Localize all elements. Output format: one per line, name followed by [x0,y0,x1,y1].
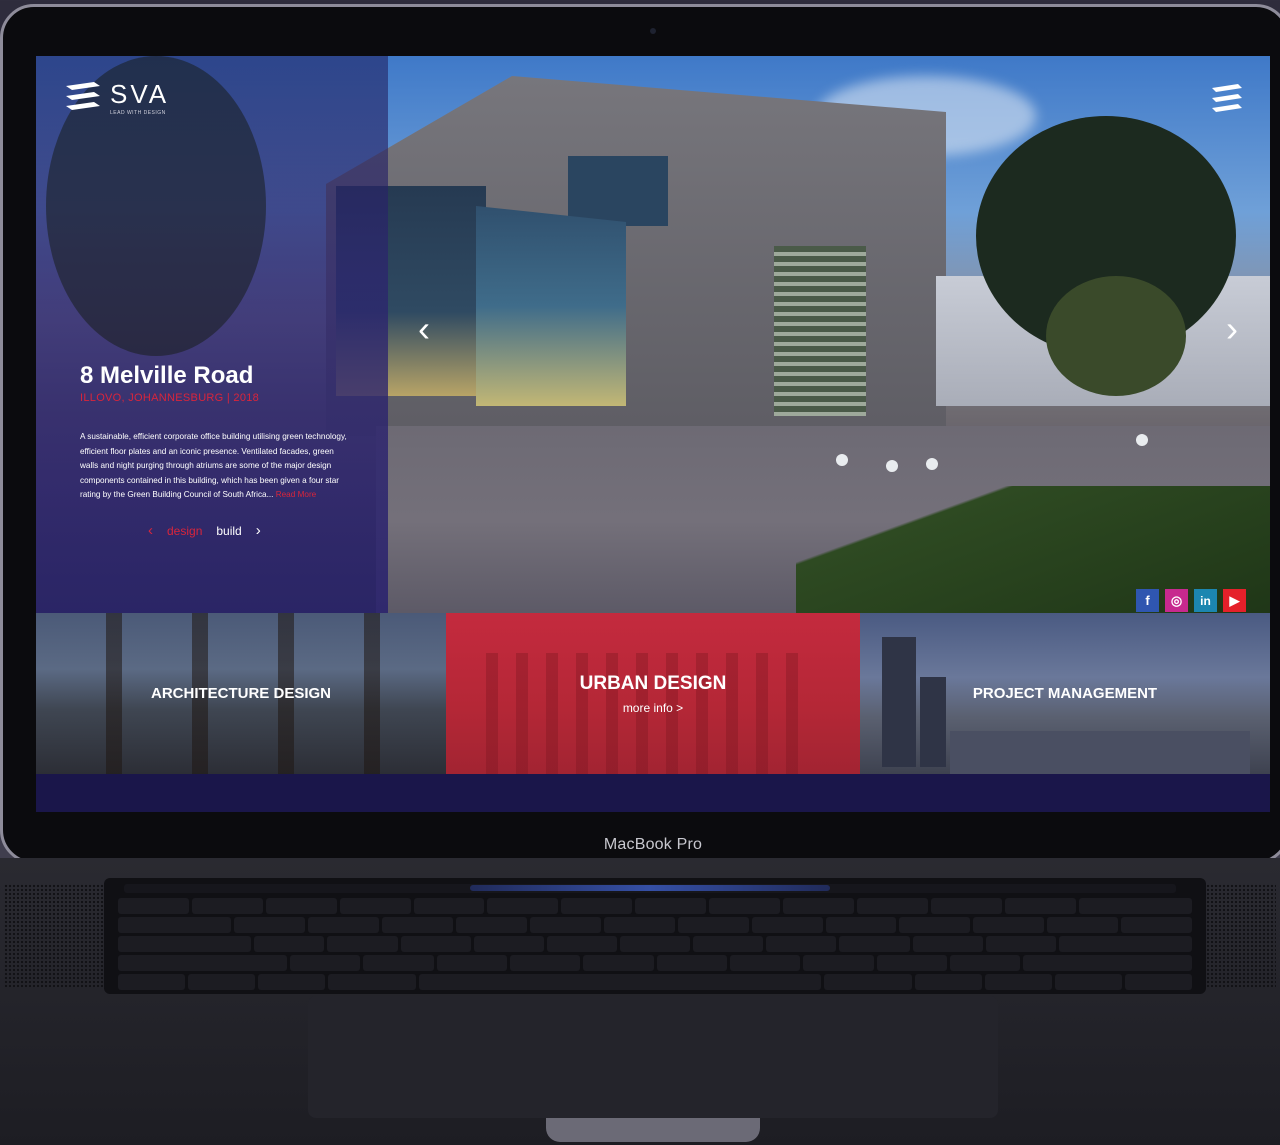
project-title: 8 Melville Road [80,362,254,389]
slider-prev-arrow-icon[interactable]: ‹ [418,311,430,347]
flower [926,458,938,470]
browser-screen: SVA LEAD WITH DESIGN 8 Melville Road ILL… [36,56,1270,812]
social-links: f ◎ in ▶ [1136,589,1246,612]
keyboard-row [118,936,1193,952]
site-logo[interactable]: SVA LEAD WITH DESIGN [64,80,169,116]
keyboard-row [118,898,1192,914]
flower [836,454,848,466]
linkedin-icon[interactable]: in [1194,589,1217,612]
services-row: ARCHITECTURE DESIGN URBAN DESIGN more in… [36,613,1270,774]
youtube-icon[interactable]: ▶ [1223,589,1246,612]
device-brand-label: MacBook Pro [603,836,703,853]
building-glass-atrium [476,206,626,406]
green-wall [774,246,866,416]
camera [650,28,656,34]
more-info-link[interactable]: more info > [446,701,860,715]
flower [1136,434,1148,446]
lid-notch [546,1118,760,1142]
city-skyline [950,731,1250,774]
logo-text: SVA [110,79,170,109]
tab-design[interactable]: design [167,524,202,538]
service-title: ARCHITECTURE DESIGN [150,685,331,702]
stacked-chevrons-menu-icon [1212,84,1242,112]
stacked-chevrons-icon [66,82,100,110]
project-description: A sustainable, efficient corporate offic… [80,430,350,503]
keyboard-row [118,955,1193,971]
touch-bar-display [470,885,830,891]
project-location: ILLOVO, JOHANNESBURG | 2018 [80,392,260,404]
design-build-tabs: ‹ design build › [148,523,261,538]
tab-next-arrow-icon[interactable]: › [256,523,261,538]
tab-build[interactable]: build [216,524,241,538]
flower [886,460,898,472]
slider-next-arrow-icon[interactable]: › [1226,311,1238,347]
keyboard-row [118,917,1192,933]
logo-tagline: LEAD WITH DESIGN [110,110,166,116]
keyboard-row [118,974,1192,990]
service-urban-design[interactable]: URBAN DESIGN more info > [446,613,860,774]
building-window [568,156,668,226]
service-project-management[interactable]: PROJECT MANAGEMENT [860,613,1270,774]
read-more-link[interactable]: Read More [276,490,317,499]
facebook-icon[interactable]: f [1136,589,1159,612]
service-title: URBAN DESIGN [579,673,727,694]
footer-band [36,774,1270,812]
tab-prev-arrow-icon[interactable]: ‹ [148,523,153,538]
service-title: PROJECT MANAGEMENT [972,685,1158,702]
service-architecture-design[interactable]: ARCHITECTURE DESIGN [36,613,446,774]
city-tower [882,637,916,767]
hero-slider: SVA LEAD WITH DESIGN 8 Melville Road ILL… [36,56,1270,613]
instagram-icon[interactable]: ◎ [1165,589,1188,612]
menu-button[interactable] [1210,82,1244,118]
trackpad [308,996,998,1118]
tree [1046,276,1186,396]
